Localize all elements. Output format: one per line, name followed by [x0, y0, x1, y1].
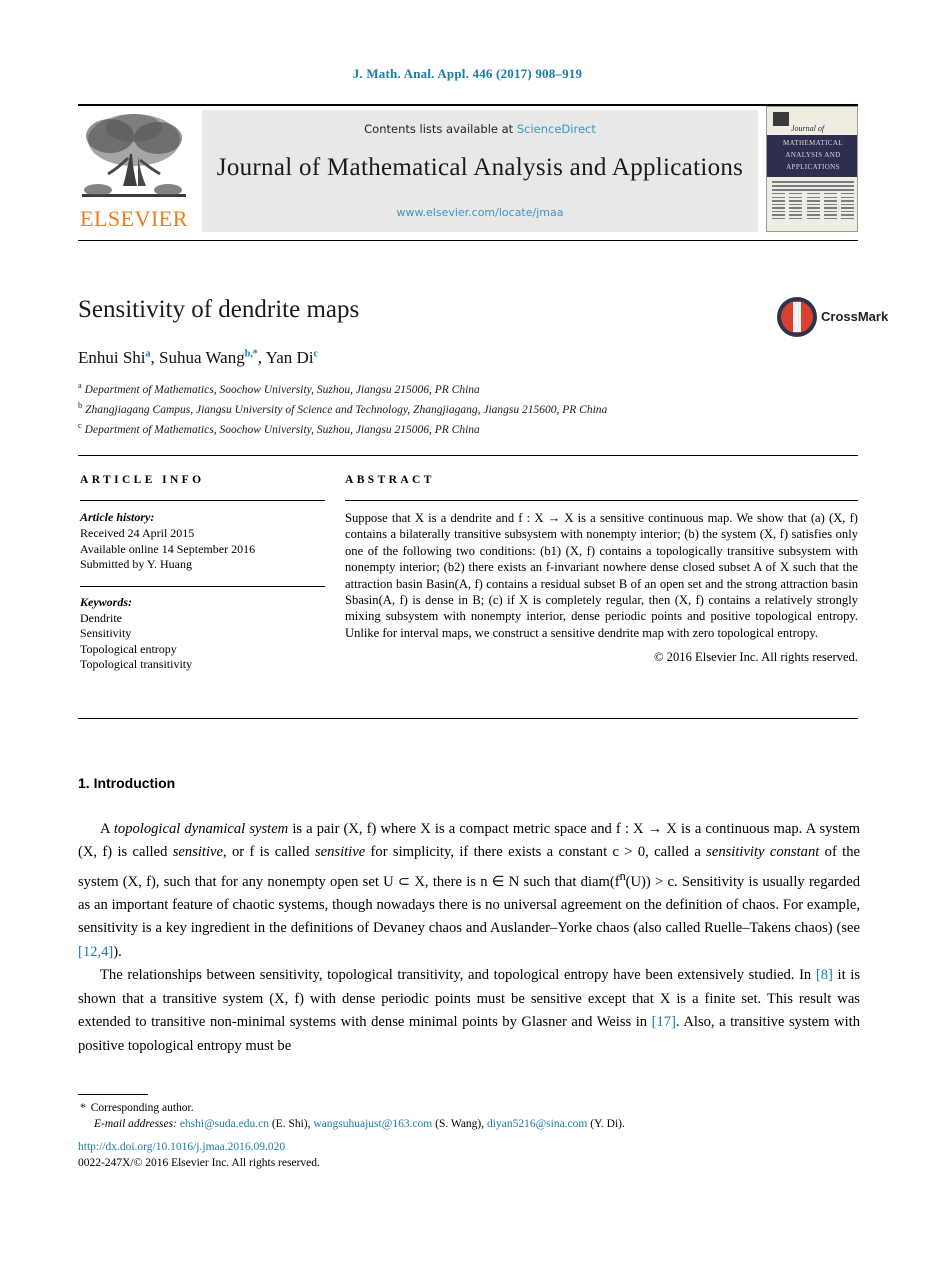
keyword-item: Topological transitivity: [80, 657, 193, 671]
paragraph-1: A topological dynamical system is a pair…: [78, 818, 860, 964]
p1-part-g: ).: [113, 943, 122, 960]
article-history-label: Article history:: [80, 510, 155, 524]
corresponding-author-text: Corresponding author.: [90, 1102, 194, 1114]
article-history-item: Available online 14 September 2016: [80, 541, 256, 556]
asterisk-icon: *: [80, 1102, 86, 1114]
contents-prefix: Contents lists available at: [364, 122, 517, 136]
email-addresses-label: E-mail addresses:: [94, 1118, 177, 1130]
footnote-rule: [78, 1094, 148, 1095]
crossmark-logo-icon: [777, 297, 817, 337]
keywords-label: Keywords:: [80, 594, 132, 609]
introduction-body: A topological dynamical system is a pair…: [78, 818, 860, 1058]
citation-link-12-4[interactable]: [12,4]: [78, 944, 113, 960]
affiliation-text-b: Zhangjiagang Campus, Jiangsu University …: [85, 403, 608, 416]
author-name-2: Suhua Wang: [159, 348, 245, 367]
p1-emph-2: sensitive: [172, 844, 223, 861]
affiliation-text-a: Department of Mathematics, Soochow Unive…: [84, 383, 480, 396]
crossmark-label: CrossMark: [821, 309, 889, 324]
article-info-heading: ARTICLE INFO: [80, 474, 205, 486]
keywords-block: Keywords: Dendrite Sensitivity Topologic…: [80, 595, 325, 673]
journal-title: Journal of Mathematical Analysis and App…: [216, 154, 744, 181]
info-panel-bottom-rule: [78, 718, 858, 719]
keywords-divider: [80, 585, 325, 587]
doi-block: http://dx.doi.org/10.1016/j.jmaa.2016.09…: [78, 1140, 320, 1171]
article-history-item: Submitted by Y. Huang: [80, 557, 193, 571]
abstract-divider: [345, 500, 858, 501]
cover-title-band: MATHEMATICAL ANALYSIS AND APPLICATIONS: [767, 135, 857, 177]
email-owner-3: (Y. Di).: [590, 1118, 625, 1130]
email-link-2[interactable]: wangsuhuajust@163.com: [313, 1118, 432, 1130]
affiliation-item: b Zhangjiagang Campus, Jiangsu Universit…: [78, 398, 778, 418]
article-info-divider: [80, 500, 325, 501]
abstract-column: ABSTRACT Suppose that X is a dendrite an…: [345, 474, 858, 665]
citation-link-8[interactable]: [8]: [816, 967, 833, 983]
author-name-3: Yan Di: [265, 348, 314, 367]
article-history-item: Received 24 April 2015: [80, 526, 195, 540]
cover-toc-columns: [772, 193, 854, 222]
p1-emph-3: sensitive: [314, 844, 366, 861]
contents-available-line: Contents lists available at ScienceDirec…: [202, 122, 758, 136]
crossmark-badge[interactable]: CrossMark: [777, 297, 888, 339]
cover-band-line-2: ANALYSIS AND: [785, 151, 841, 159]
p1-part-d: for simplicity, if there exists a consta…: [365, 844, 707, 861]
cover-text-lines: [772, 181, 854, 193]
citation-link-17[interactable]: [17]: [652, 1014, 676, 1030]
p2-part-a: The relationships between sensitivity, t…: [100, 967, 816, 984]
corresponding-author-note: * Corresponding author.: [80, 1100, 860, 1116]
p1-emph-4: sensitivity constant: [706, 844, 820, 861]
affiliation-mark-b: b: [78, 399, 83, 410]
abstract-text: Suppose that X is a dendrite and f : X →…: [345, 511, 858, 640]
cover-journal-of-text: Journal of: [791, 124, 825, 133]
journal-url-link[interactable]: www.elsevier.com/locate/jmaa: [202, 206, 758, 219]
author-affil-mark-3[interactable]: c: [314, 348, 318, 359]
cover-elsevier-icon: [773, 112, 789, 126]
keyword-item: Sensitivity: [80, 626, 132, 640]
email-owner-1: (E. Shi): [271, 1118, 308, 1130]
affiliation-mark-c: c: [78, 419, 82, 430]
doi-link[interactable]: http://dx.doi.org/10.1016/j.jmaa.2016.09…: [78, 1140, 320, 1156]
sciencedirect-link[interactable]: ScienceDirect: [517, 122, 596, 136]
author-affil-mark-2[interactable]: b,*: [245, 348, 258, 359]
abstract-heading: ABSTRACT: [345, 474, 435, 486]
p1-emph-1: topological dynamical system: [113, 821, 289, 837]
author-list: Enhui Shia, Suhua Wangb,*, Yan Dic: [78, 348, 318, 367]
paragraph-2: The relationships between sensitivity, t…: [78, 964, 860, 1058]
elsevier-logo[interactable]: ELSEVIER: [78, 110, 190, 232]
abstract-copyright: © 2016 Elsevier Inc. All rights reserved…: [653, 650, 858, 665]
article-info-column: ARTICLE INFO Article history: Received 2…: [80, 474, 325, 673]
section-heading-introduction: 1. Introduction: [78, 775, 176, 791]
elsevier-wordmark: ELSEVIER: [80, 206, 188, 231]
elsevier-tree-icon: [80, 110, 188, 206]
email-link-1[interactable]: ehshi@suda.edu.cn: [180, 1118, 269, 1130]
keyword-item: Topological entropy: [80, 641, 177, 656]
cover-band-line-1: MATHEMATICAL: [782, 139, 844, 147]
author-name-1: Enhui Shi: [78, 348, 146, 367]
affiliation-text-c: Department of Mathematics, Soochow Unive…: [84, 423, 480, 436]
affiliation-mark-a: a: [78, 380, 82, 390]
footnote-block: * Corresponding author. E-mail addresses:…: [80, 1100, 860, 1132]
page-title: Sensitivity of dendrite maps: [78, 296, 360, 323]
cover-band-line-3: APPLICATIONS: [786, 163, 840, 171]
affiliation-list: a Department of Mathematics, Soochow Uni…: [78, 378, 778, 437]
masthead-bottom-rule: [78, 240, 858, 241]
affiliation-item: a Department of Mathematics, Soochow Uni…: [78, 378, 778, 398]
journal-masthead: ELSEVIER Contents lists available at Sci…: [78, 104, 858, 234]
email-owner-2: (S. Wang): [435, 1118, 482, 1130]
journal-cover-thumbnail[interactable]: Journal of MATHEMATICAL ANALYSIS AND APP…: [766, 106, 858, 232]
p1-part-a: A: [100, 821, 114, 837]
info-panel-top-rule: [78, 455, 858, 456]
paper-page: J. Math. Anal. Appl. 446 (2017) 908–919: [0, 0, 935, 1266]
keyword-item: Dendrite: [80, 610, 122, 625]
affiliation-item: c Department of Mathematics, Soochow Uni…: [78, 418, 778, 438]
author-affil-mark-1[interactable]: a: [146, 348, 151, 359]
contents-band: Contents lists available at ScienceDirec…: [202, 110, 758, 232]
running-head: J. Math. Anal. Appl. 446 (2017) 908–919: [352, 66, 583, 81]
email-note: E-mail addresses: ehshi@suda.edu.cn (E. …: [94, 1118, 625, 1130]
email-link-3[interactable]: diyan5216@sina.com: [487, 1118, 587, 1130]
p1-part-c: , or f is called: [222, 844, 315, 861]
issn-copyright-line: 0022-247X/© 2016 Elsevier Inc. All right…: [78, 1156, 320, 1169]
